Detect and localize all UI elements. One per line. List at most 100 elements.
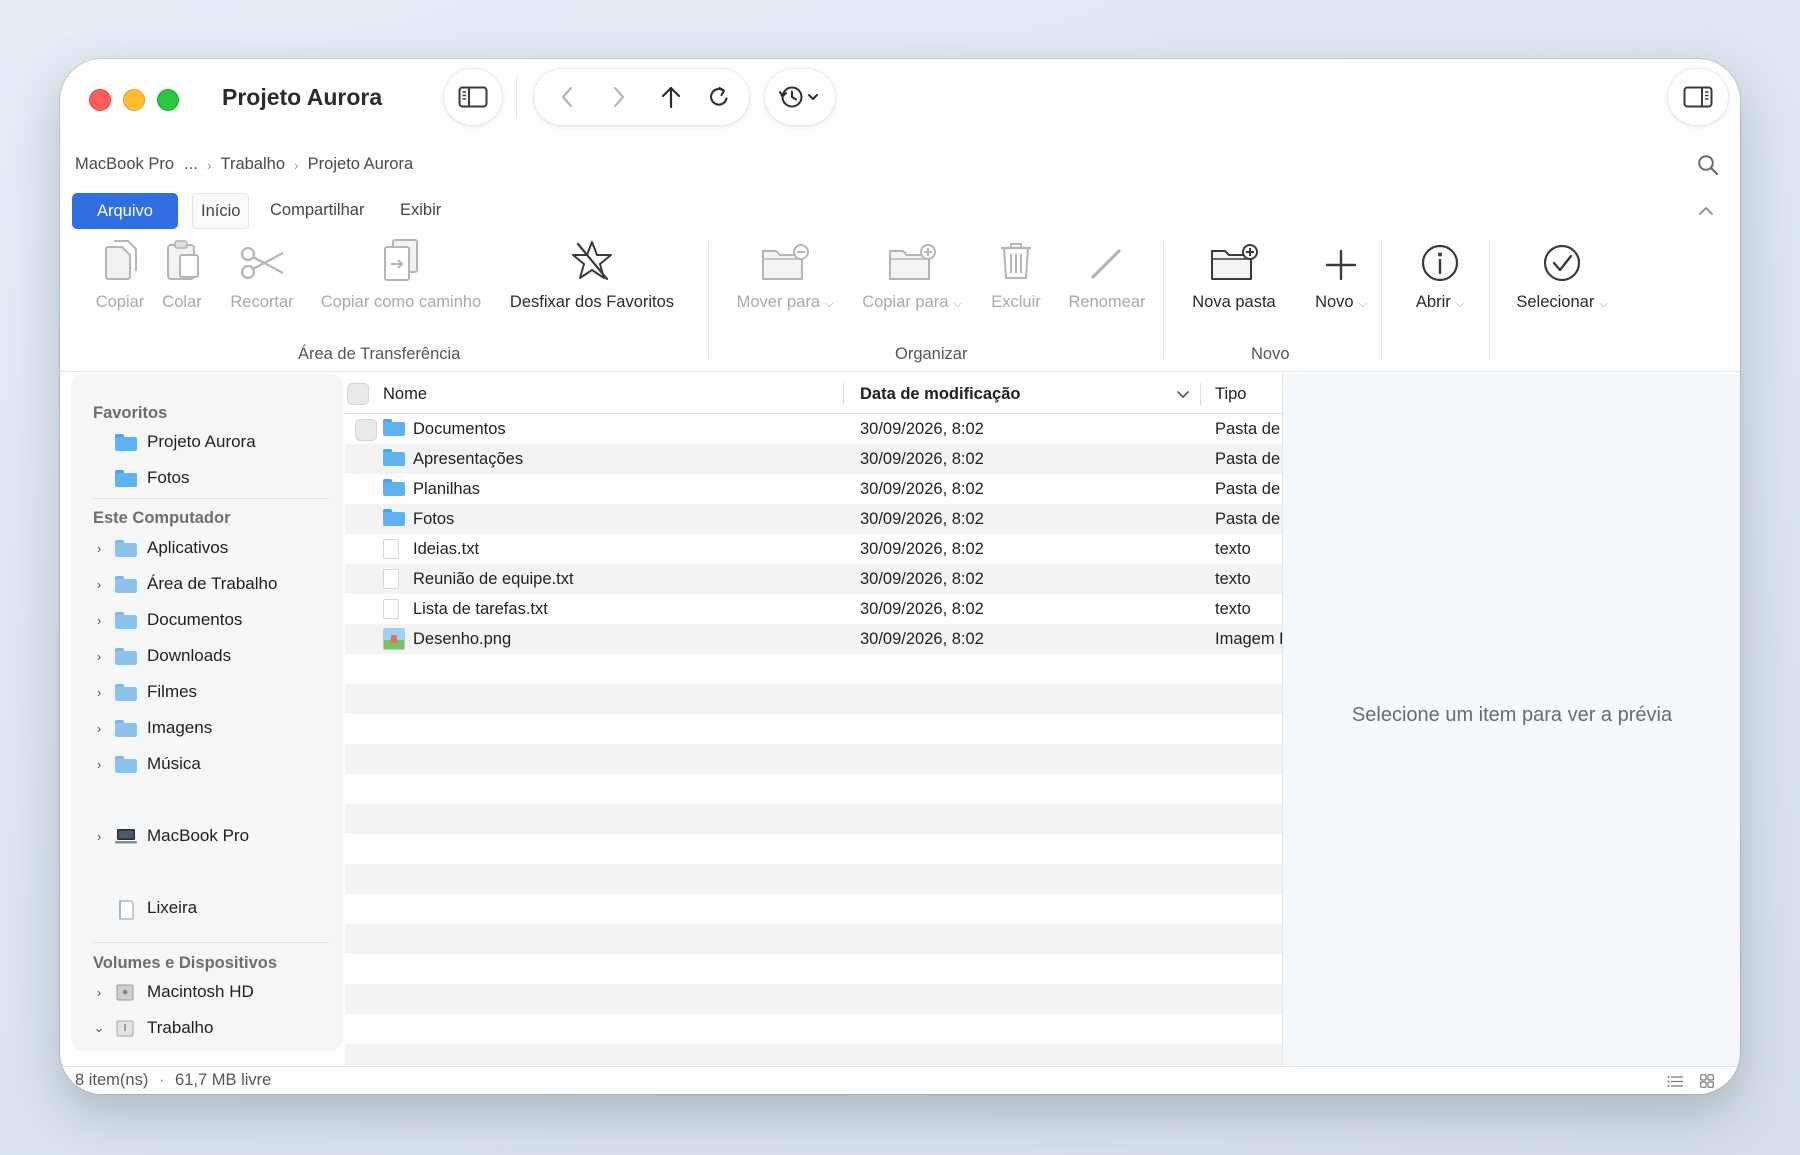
sidebar-item-lixeira[interactable]: Lixeira xyxy=(93,894,197,922)
folder-icon xyxy=(115,433,137,451)
empty-row xyxy=(345,954,1282,984)
refresh-icon[interactable] xyxy=(697,69,741,125)
sidebar-item-fotos[interactable]: Fotos xyxy=(93,464,190,492)
trash-icon xyxy=(998,231,1034,283)
empty-row xyxy=(345,894,1282,924)
sidebar-toggle-icon[interactable] xyxy=(444,69,502,125)
column-header-date[interactable]: Data de modificação xyxy=(860,385,1020,404)
chevron-right-icon[interactable]: › xyxy=(93,649,105,664)
empty-row xyxy=(345,744,1282,774)
history-icon[interactable] xyxy=(765,69,835,125)
text-file-icon xyxy=(383,569,399,589)
close-window-button[interactable] xyxy=(89,89,111,111)
sidebar-item-documentos[interactable]: › Documentos xyxy=(93,606,243,634)
sidebar-item-trabalho[interactable]: ⌄ Trabalho xyxy=(93,1014,214,1042)
forward-icon[interactable] xyxy=(596,69,642,125)
paste-button[interactable]: Colar xyxy=(155,231,209,312)
inspector-panel-icon[interactable] xyxy=(1668,69,1728,125)
file-date: 30/09/2026, 8:02 xyxy=(860,450,984,468)
chevron-right-icon[interactable]: › xyxy=(93,541,105,556)
chevron-right-icon[interactable]: › xyxy=(93,829,105,844)
grid-view-icon[interactable] xyxy=(1699,1073,1715,1089)
new-folder-button[interactable]: Nova pasta xyxy=(1180,231,1288,312)
sort-descending-icon[interactable] xyxy=(1175,386,1191,402)
tab-inicio[interactable]: Início xyxy=(192,193,250,229)
file-date: 30/09/2026, 8:02 xyxy=(860,630,984,648)
minimize-window-button[interactable] xyxy=(123,89,145,111)
file-row[interactable]: Lista de tarefas.txt 30/09/2026, 8:02 text… xyxy=(345,594,1282,624)
search-icon[interactable] xyxy=(1696,153,1720,177)
zoom-window-button[interactable] xyxy=(157,89,179,111)
sidebar-item-musica[interactable]: › Música xyxy=(93,750,201,778)
chevron-right-icon[interactable]: › xyxy=(93,577,105,592)
breadcrumb-item-trabalho[interactable]: Trabalho xyxy=(220,155,285,174)
select-button[interactable]: Selecionar ⌵ xyxy=(1506,231,1618,312)
empty-row xyxy=(345,1014,1282,1044)
sidebar-item-imagens[interactable]: › Imagens xyxy=(93,714,212,742)
chevron-right-icon[interactable]: › xyxy=(93,757,105,772)
new-item-button[interactable]: Novo ⌵ xyxy=(1296,231,1386,312)
copy-path-button[interactable]: Copiar como caminho xyxy=(313,231,489,312)
file-row[interactable]: Desenho.png 30/09/2026, 8:02 Imagem PNG xyxy=(345,624,1282,654)
chevron-down-icon[interactable]: ⌄ xyxy=(93,1020,105,1036)
status-text: 8 item(ns) · 61,7 MB livre xyxy=(75,1071,271,1090)
file-row[interactable]: Reunião de equipe.txt 30/09/2026, 8:02 tex… xyxy=(345,564,1282,594)
sidebar-item-downloads[interactable]: › Downloads xyxy=(93,642,231,670)
column-header-type[interactable]: Tipo xyxy=(1215,385,1247,404)
unpin-favorites-button[interactable]: Desfixar dos Favoritos xyxy=(502,231,682,312)
new-item-label: Novo ⌵ xyxy=(1315,293,1367,311)
column-header-name[interactable]: Nome xyxy=(383,385,427,404)
file-row[interactable]: Fotos 30/09/2026, 8:02 Pasta de arquivos xyxy=(345,504,1282,534)
tab-arquivo[interactable]: Arquivo xyxy=(72,193,178,229)
chevron-right-icon[interactable]: › xyxy=(93,685,105,700)
file-date: 30/09/2026, 8:02 xyxy=(860,420,984,438)
ribbon-bottom-divider xyxy=(60,371,1740,372)
finder-window: Projeto Aurora MacBook Pro ... › Trabalh… xyxy=(60,59,1740,1094)
ribbon-divider xyxy=(708,241,709,359)
file-row[interactable]: Apresentações 30/09/2026, 8:02 Pasta de ar… xyxy=(345,444,1282,474)
sidebar-item-macbook-pro[interactable]: › MacBook Pro xyxy=(93,822,249,850)
file-list: Nome Data de modificação Tipo Documentos… xyxy=(345,374,1282,1066)
tab-exibir[interactable]: Exibir xyxy=(400,193,441,227)
sidebar-item-projeto-aurora[interactable]: Projeto Aurora xyxy=(93,428,256,456)
sidebar-item-filmes[interactable]: › Filmes xyxy=(93,678,197,706)
row-checkbox[interactable] xyxy=(355,419,377,441)
copy-to-button[interactable]: Copiar para ⌵ xyxy=(857,231,967,312)
sidebar-divider xyxy=(93,942,329,943)
sidebar-item-macintosh-hd[interactable]: › Macintosh HD xyxy=(93,978,254,1006)
file-name: Documentos xyxy=(413,420,506,438)
chevron-right-icon[interactable]: › xyxy=(93,985,105,1000)
move-to-button[interactable]: Mover para ⌵ xyxy=(731,231,839,312)
delete-button[interactable]: Excluir xyxy=(986,231,1046,312)
empty-row xyxy=(345,834,1282,864)
cut-button[interactable]: Recortar xyxy=(226,231,298,312)
collapse-ribbon-icon[interactable] xyxy=(1696,201,1716,221)
file-type: texto xyxy=(1215,600,1251,618)
chevron-right-icon[interactable]: › xyxy=(93,721,105,736)
breadcrumb-item-macbook[interactable]: MacBook Pro xyxy=(75,155,174,174)
chevron-right-icon[interactable]: › xyxy=(93,613,105,628)
up-arrow-icon[interactable] xyxy=(649,69,693,125)
sidebar-heading-favorites: Favoritos xyxy=(93,404,168,422)
copy-button[interactable]: Copiar xyxy=(88,231,152,312)
empty-row xyxy=(345,654,1282,684)
window-title: Projeto Aurora xyxy=(222,84,383,110)
breadcrumb-ellipsis[interactable]: ... xyxy=(184,155,198,174)
select-all-checkbox[interactable] xyxy=(347,383,369,405)
file-type: Pasta de arquivos xyxy=(1215,510,1282,528)
breadcrumb-item-current[interactable]: Projeto Aurora xyxy=(308,155,413,174)
tab-compartilhar[interactable]: Compartilhar xyxy=(270,193,364,227)
rename-button[interactable]: Renomear xyxy=(1062,231,1152,312)
open-button[interactable]: Abrir ⌵ xyxy=(1399,231,1481,312)
info-icon xyxy=(1420,231,1460,283)
sidebar-item-area-de-trabalho[interactable]: › Área de Trabalho xyxy=(93,570,278,598)
back-icon[interactable] xyxy=(544,69,590,125)
file-date: 30/09/2026, 8:02 xyxy=(860,540,984,558)
file-row[interactable]: Ideias.txt 30/09/2026, 8:02 texto xyxy=(345,534,1282,564)
list-view-icon[interactable] xyxy=(1666,1073,1684,1089)
file-row[interactable]: Planilhas 30/09/2026, 8:02 Pasta de arquiv… xyxy=(345,474,1282,504)
sidebar-item-aplicativos[interactable]: › Aplicativos xyxy=(93,534,228,562)
file-name: Lista de tarefas.txt xyxy=(413,600,548,618)
applications-folder-icon xyxy=(115,539,137,557)
file-row[interactable]: Documentos 30/09/2026, 8:02 Pasta de arqui… xyxy=(345,414,1282,444)
